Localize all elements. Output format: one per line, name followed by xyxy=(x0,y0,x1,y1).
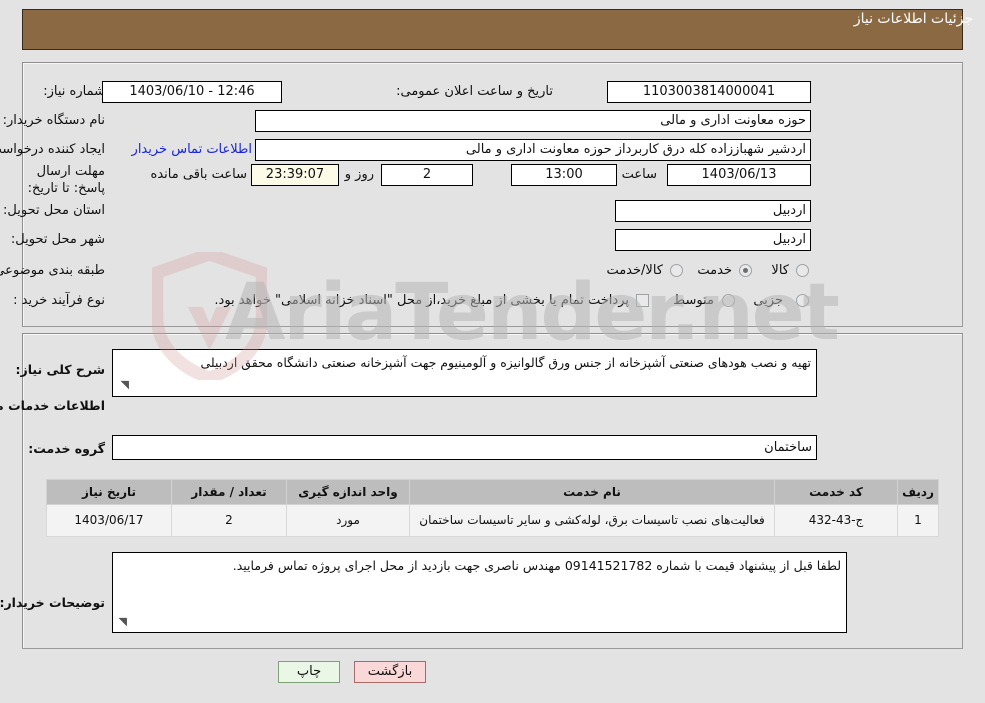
radio-category-khedmat[interactable] xyxy=(739,264,752,277)
cell-code: ج-43-432 xyxy=(774,504,898,537)
countdown-value: 23:39:07 xyxy=(251,164,339,186)
column-header-unit: واحد اندازه گیری xyxy=(286,479,410,505)
radio-process-motevaset-label: متوسط xyxy=(673,293,714,308)
column-header-index: ردیف xyxy=(897,479,939,505)
table-header-row: ردیف کد خدمت نام خدمت واحد اندازه گیری ت… xyxy=(46,479,939,505)
radio-process-jozi-label: جزیی xyxy=(753,293,783,308)
cell-index: 1 xyxy=(897,504,939,537)
page-header-bar xyxy=(22,9,963,50)
deadline-label: مهلت ارسال پاسخ: تا تاریخ: xyxy=(27,164,105,196)
cell-date: 1403/06/17 xyxy=(46,504,172,537)
deadline-hour-label: ساعت xyxy=(621,167,657,182)
announce-datetime-value: 12:46 - 1403/06/10 xyxy=(102,81,282,103)
radio-process-jozi[interactable] xyxy=(796,294,809,307)
radio-category-kala-khedmat-label: کالا/خدمت xyxy=(606,263,663,278)
back-button[interactable]: بازگشت xyxy=(354,661,426,683)
column-header-date: تاریخ نیاز xyxy=(46,479,172,505)
service-group-value: ساختمان xyxy=(112,435,817,460)
need-number-value: 1103003814000041 xyxy=(607,81,811,103)
buyer-org-label: نام دستگاه خریدار: xyxy=(2,113,105,128)
print-button[interactable]: چاپ xyxy=(278,661,340,683)
page-root: جزئیات اطلاعات نیاز شماره نیاز: 11030038… xyxy=(0,0,985,703)
general-description-value[interactable] xyxy=(112,349,817,397)
radio-process-motevaset[interactable] xyxy=(722,294,735,307)
need-number-label: شماره نیاز: xyxy=(43,84,105,99)
radio-category-khedmat-label: خدمت xyxy=(697,263,732,278)
delivery-province-label: استان محل تحویل: xyxy=(3,203,105,218)
requester-label: ایجاد کننده درخواست: xyxy=(0,142,105,157)
requester-value: اردشیر شهباززاده کله درق کاربرداز حوزه م… xyxy=(255,139,811,161)
column-header-code: کد خدمت xyxy=(774,479,898,505)
deadline-time-value: 13:00 xyxy=(511,164,617,186)
page-title: جزئیات اطلاعات نیاز xyxy=(853,11,973,27)
buyer-org-value: حوزه معاونت اداری و مالی xyxy=(255,110,811,132)
table-row: 1 ج-43-432 فعالیت‌های نصب تاسیسات برق، ل… xyxy=(46,504,939,537)
remaining-days-value: 2 xyxy=(381,164,473,186)
column-header-qty: تعداد / مقدار xyxy=(171,479,287,505)
announce-datetime-label: تاریخ و ساعت اعلان عمومی: xyxy=(396,84,553,99)
buyer-notes-value[interactable] xyxy=(112,552,847,633)
remaining-days-label: روز و xyxy=(344,167,374,182)
delivery-province-value: اردبیل xyxy=(615,200,811,222)
radio-category-kala-khedmat[interactable] xyxy=(670,264,683,277)
radio-category-kala[interactable] xyxy=(796,264,809,277)
service-group-label: گروه خدمت: xyxy=(28,441,105,456)
services-table: ردیف کد خدمت نام خدمت واحد اندازه گیری ت… xyxy=(46,479,939,537)
subject-category-label: طبقه بندی موضوعی: xyxy=(0,263,105,278)
cell-unit: مورد xyxy=(286,504,410,537)
buyer-contact-link[interactable]: اطلاعات تماس خریدار xyxy=(132,142,252,157)
countdown-label: ساعت باقی مانده xyxy=(150,167,247,182)
services-section-title: اطلاعات خدمات مورد نیاز xyxy=(0,398,105,413)
delivery-city-label: شهر محل تحویل: xyxy=(10,232,105,247)
cell-qty: 2 xyxy=(171,504,287,537)
treasury-bonds-checkbox[interactable] xyxy=(636,294,649,307)
deadline-date-value: 1403/06/13 xyxy=(667,164,811,186)
treasury-bonds-label: پرداخت تمام یا بخشی از مبلغ خرید،از محل … xyxy=(214,293,629,308)
general-description-label: شرح کلی نیاز: xyxy=(15,362,105,377)
purchase-process-label: نوع فرآیند خرید : xyxy=(13,293,105,308)
cell-name: فعالیت‌های نصب تاسیسات برق، لوله‌کشی و س… xyxy=(409,504,775,537)
delivery-city-value: اردبیل xyxy=(615,229,811,251)
radio-category-kala-label: کالا xyxy=(771,263,789,278)
buyer-notes-label: توضیحات خریدار: xyxy=(0,595,105,610)
column-header-name: نام خدمت xyxy=(409,479,775,505)
